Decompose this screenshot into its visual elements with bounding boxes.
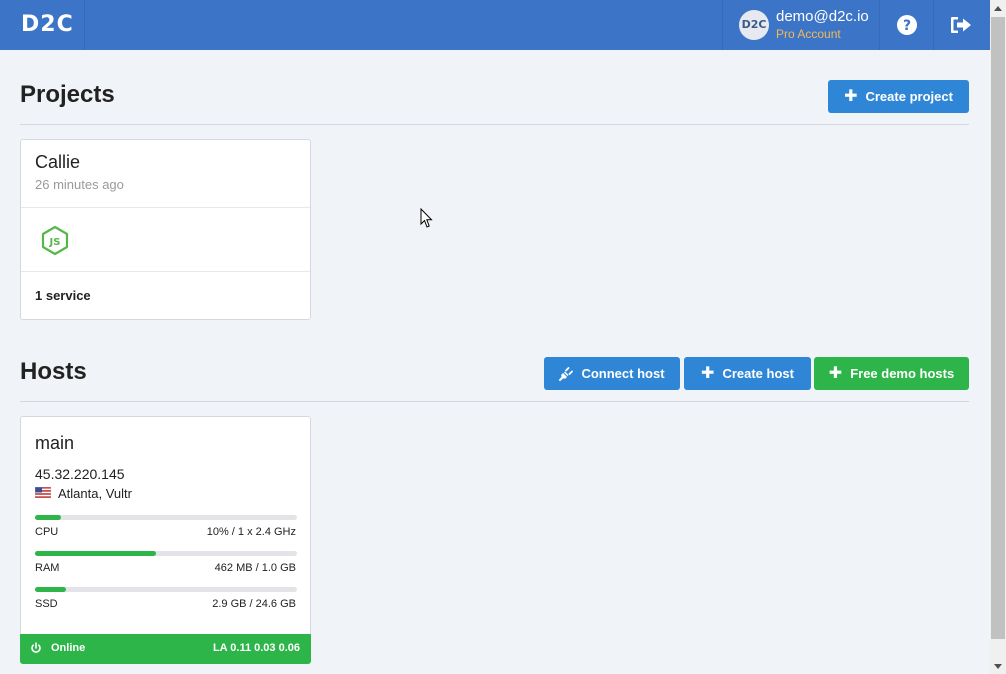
- projects-title: Projects: [20, 81, 115, 108]
- create-host-button[interactable]: ✚ Create host: [684, 357, 811, 390]
- card-divider: [21, 207, 310, 208]
- ssd-label: SSD: [35, 598, 58, 610]
- ssd-usage-bar: [35, 587, 297, 592]
- mouse-cursor-icon: [420, 208, 433, 228]
- card-divider: [21, 271, 310, 272]
- user-menu[interactable]: D2C demo@d2c.io Pro Account: [722, 0, 880, 50]
- ram-value: 462 MB / 1.0 GB: [214, 562, 296, 574]
- us-flag-icon: [35, 487, 51, 498]
- account-plan: Pro Account: [776, 27, 841, 41]
- plus-icon: ✚: [844, 87, 858, 105]
- power-icon: [31, 642, 41, 653]
- scroll-up-button[interactable]: [990, 0, 1006, 16]
- plug-icon: [559, 366, 574, 381]
- project-card[interactable]: Callie 26 minutes ago JS 1 service: [20, 139, 311, 320]
- arrow-down-icon: [994, 663, 1002, 669]
- load-average: LA 0.11 0.03 0.06: [212, 642, 300, 654]
- sign-out-icon: [951, 17, 971, 33]
- ram-usage-fill: [35, 551, 156, 556]
- scrollbar-thumb[interactable]: [991, 17, 1005, 639]
- vertical-scrollbar[interactable]: [990, 0, 1006, 674]
- top-navbar: D2C D2C demo@d2c.io Pro Account ?: [0, 0, 990, 50]
- ssd-usage-fill: [35, 587, 67, 592]
- cpu-usage-fill: [35, 515, 62, 520]
- nodejs-icon[interactable]: JS: [41, 225, 69, 261]
- project-name[interactable]: Callie: [35, 152, 80, 173]
- project-updated-time: 26 minutes ago: [35, 177, 124, 192]
- create-project-button[interactable]: ✚ Create project: [828, 80, 969, 113]
- free-demo-hosts-button[interactable]: ✚ Free demo hosts: [814, 357, 969, 390]
- host-name[interactable]: main: [35, 433, 74, 454]
- user-email: demo@d2c.io: [776, 8, 869, 25]
- connect-host-button[interactable]: Connect host: [544, 357, 680, 390]
- cpu-usage-bar: [35, 515, 297, 520]
- d2c-logo[interactable]: D2C: [0, 0, 85, 50]
- host-ip-address: 45.32.220.145: [35, 466, 125, 482]
- help-button[interactable]: ?: [880, 0, 934, 50]
- host-status: Online: [51, 642, 86, 654]
- hosts-divider: [20, 401, 969, 402]
- logout-button[interactable]: [934, 0, 988, 50]
- arrow-up-icon: [994, 5, 1002, 11]
- host-card[interactable]: main 45.32.220.145 Atlanta, Vultr CPU 10…: [20, 416, 311, 664]
- cpu-label: CPU: [35, 526, 59, 538]
- free-demo-hosts-label: Free demo hosts: [850, 366, 955, 381]
- scroll-down-button[interactable]: [990, 658, 1006, 674]
- create-project-label: Create project: [865, 89, 953, 104]
- host-status-bar: Online LA 0.11 0.03 0.06: [20, 634, 311, 664]
- service-count: 1 service: [35, 288, 91, 303]
- host-location: Atlanta, Vultr: [58, 486, 132, 501]
- plus-icon: ✚: [701, 364, 715, 382]
- ram-label: RAM: [35, 562, 60, 574]
- projects-divider: [20, 124, 969, 125]
- ram-usage-bar: [35, 551, 297, 556]
- create-host-label: Create host: [722, 366, 794, 381]
- hosts-title: Hosts: [20, 358, 87, 385]
- svg-text:JS: JS: [49, 237, 61, 248]
- user-avatar: D2C: [739, 10, 769, 40]
- svg-text:?: ?: [902, 18, 910, 34]
- plus-icon: ✚: [828, 364, 843, 382]
- connect-host-label: Connect host: [581, 366, 665, 381]
- cpu-value: 10% / 1 x 2.4 GHz: [206, 526, 296, 538]
- question-circle-icon: ?: [896, 15, 917, 35]
- ssd-value: 2.9 GB / 24.6 GB: [212, 598, 296, 610]
